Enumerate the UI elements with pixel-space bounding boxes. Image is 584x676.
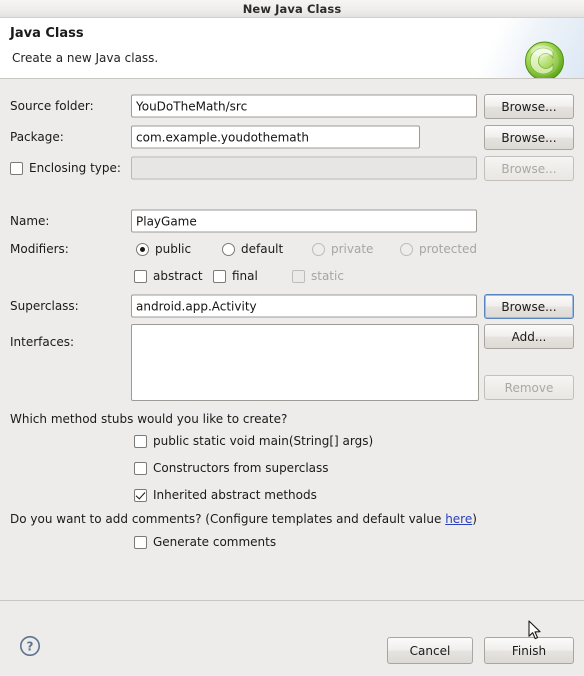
superclass-input[interactable]: android.app.Activity bbox=[131, 294, 477, 318]
modifier-checkbox-abstract[interactable]: abstract bbox=[134, 269, 203, 283]
modifiers-row: Modifiers: public default private protec… bbox=[0, 236, 584, 262]
enclosing-type-checkbox-group[interactable]: Enclosing type: bbox=[10, 161, 121, 175]
name-row: Name: PlayGame bbox=[0, 208, 584, 234]
radio-protected-indicator bbox=[400, 242, 413, 256]
checkbox-abstract-label: abstract bbox=[153, 269, 203, 283]
comments-question: Do you want to add comments? (Configure … bbox=[10, 512, 477, 526]
interfaces-list[interactable] bbox=[131, 324, 479, 401]
comments-question-prefix: Do you want to add comments? (Configure … bbox=[10, 512, 446, 526]
checkbox-generate-comments-label: Generate comments bbox=[153, 535, 277, 549]
help-question-icon[interactable]: ? bbox=[19, 635, 41, 657]
checkbox-final-indicator[interactable] bbox=[213, 269, 226, 283]
generate-comments-checkbox-group[interactable]: Generate comments bbox=[134, 535, 276, 549]
radio-private-indicator bbox=[312, 242, 325, 256]
modifier-checkbox-final[interactable]: final bbox=[213, 269, 258, 283]
checkbox-abstract-indicator[interactable] bbox=[134, 269, 147, 283]
name-label: Name: bbox=[10, 214, 50, 228]
stub-checkbox-constructors[interactable]: Constructors from superclass bbox=[134, 461, 329, 475]
checkbox-final-label: final bbox=[232, 269, 258, 283]
dialog-header: Java Class Create a new Java class. bbox=[0, 18, 584, 79]
checkbox-generate-comments-indicator[interactable] bbox=[134, 535, 147, 549]
java-class-icon bbox=[522, 39, 567, 78]
checkbox-static-label: static bbox=[311, 269, 344, 283]
package-row: Package: com.example.youdothemath Browse… bbox=[0, 124, 584, 150]
svg-text:?: ? bbox=[27, 639, 34, 653]
window-titlebar: New Java Class bbox=[0, 0, 584, 18]
superclass-browse-button[interactable]: Browse... bbox=[484, 294, 574, 319]
comments-question-suffix: ) bbox=[472, 512, 477, 526]
dialog-body: Source folder: YouDoTheMath/src Browse..… bbox=[0, 80, 584, 600]
superclass-label: Superclass: bbox=[10, 299, 79, 313]
checkbox-static-indicator bbox=[292, 269, 305, 283]
modifier-checkbox-static: static bbox=[292, 269, 344, 283]
checkbox-main-label: public static void main(String[] args) bbox=[153, 434, 374, 448]
interfaces-add-button[interactable]: Add... bbox=[484, 324, 574, 349]
checkbox-inherited-label: Inherited abstract methods bbox=[153, 488, 317, 502]
source-folder-row: Source folder: YouDoTheMath/src Browse..… bbox=[0, 93, 584, 119]
superclass-row: Superclass: android.app.Activity Browse.… bbox=[0, 293, 584, 319]
page-title: Java Class bbox=[10, 26, 84, 41]
radio-protected-label: protected bbox=[419, 242, 478, 256]
radio-default-indicator[interactable] bbox=[222, 242, 235, 256]
stub-checkbox-inherited[interactable]: Inherited abstract methods bbox=[134, 488, 317, 502]
interfaces-row: Interfaces: Add... Remove bbox=[0, 323, 584, 403]
checkbox-main-indicator[interactable] bbox=[134, 434, 147, 448]
modifier-radio-protected: protected bbox=[400, 242, 477, 256]
enclosing-type-label: Enclosing type: bbox=[29, 161, 121, 175]
cancel-button[interactable]: Cancel bbox=[387, 637, 473, 664]
modifiers-checkbox-row: abstract final static bbox=[0, 263, 584, 289]
page-subtitle: Create a new Java class. bbox=[12, 51, 159, 65]
package-input[interactable]: com.example.youdothemath bbox=[131, 125, 420, 149]
enclosing-type-input bbox=[131, 156, 477, 180]
radio-private-label: private bbox=[331, 242, 374, 256]
enclosing-type-browse-button: Browse... bbox=[484, 156, 574, 181]
radio-public-label: public bbox=[155, 242, 192, 256]
stub-checkbox-main[interactable]: public static void main(String[] args) bbox=[134, 434, 373, 448]
configure-templates-link[interactable]: here bbox=[445, 512, 472, 526]
package-browse-button[interactable]: Browse... bbox=[484, 125, 574, 150]
method-stubs-question: Which method stubs would you like to cre… bbox=[10, 412, 288, 426]
enclosing-type-checkbox[interactable] bbox=[10, 161, 23, 175]
modifier-radio-public[interactable]: public bbox=[136, 242, 191, 256]
radio-default-label: default bbox=[241, 242, 284, 256]
modifiers-label: Modifiers: bbox=[10, 242, 69, 256]
checkbox-constructors-indicator[interactable] bbox=[134, 461, 147, 475]
dialog-footer: ? Cancel Finish bbox=[0, 600, 584, 676]
finish-button[interactable]: Finish bbox=[484, 637, 574, 664]
window-title: New Java Class bbox=[242, 1, 342, 16]
modifier-radio-private: private bbox=[312, 242, 373, 256]
source-folder-input[interactable]: YouDoTheMath/src bbox=[131, 94, 477, 118]
name-input[interactable]: PlayGame bbox=[131, 209, 477, 233]
checkbox-inherited-indicator[interactable] bbox=[134, 488, 147, 502]
package-label: Package: bbox=[10, 130, 64, 144]
interfaces-remove-button: Remove bbox=[484, 375, 574, 400]
source-folder-browse-button[interactable]: Browse... bbox=[484, 94, 574, 119]
source-folder-label: Source folder: bbox=[10, 99, 94, 113]
checkbox-constructors-label: Constructors from superclass bbox=[153, 461, 329, 475]
enclosing-type-row: Enclosing type: Browse... bbox=[0, 155, 584, 181]
interfaces-label: Interfaces: bbox=[10, 335, 75, 349]
modifier-radio-default[interactable]: default bbox=[222, 242, 283, 256]
radio-public-indicator[interactable] bbox=[136, 242, 149, 256]
